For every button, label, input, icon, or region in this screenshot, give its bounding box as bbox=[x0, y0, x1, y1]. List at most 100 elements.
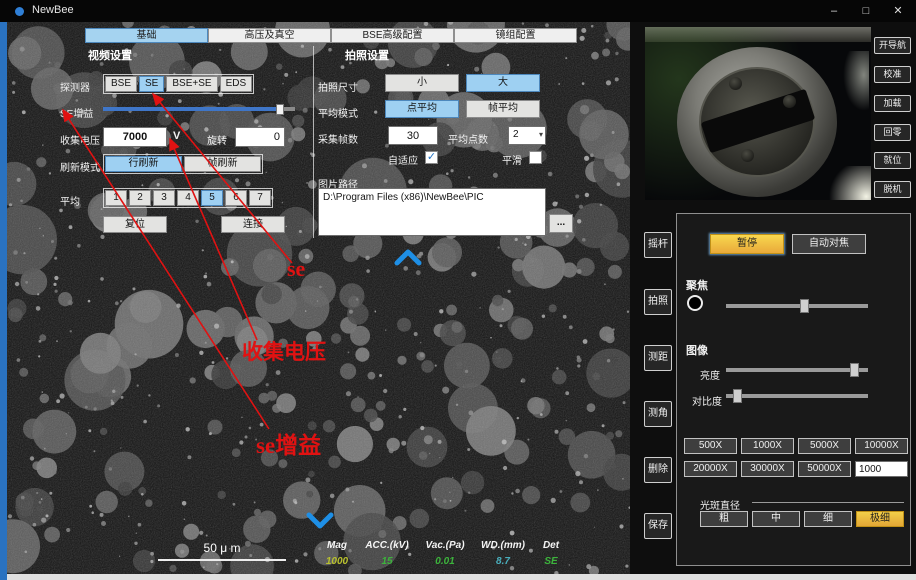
mag-input[interactable] bbox=[855, 461, 908, 477]
refresh-option-1[interactable]: 帧刷新 bbox=[184, 156, 261, 172]
average-option-5[interactable]: 6 bbox=[225, 190, 247, 206]
window-title: NewBee bbox=[32, 4, 74, 16]
detector-option-1[interactable]: SE bbox=[139, 76, 164, 92]
average-option-6[interactable]: 7 bbox=[249, 190, 271, 206]
slider-thumb[interactable] bbox=[800, 299, 809, 313]
autofocus-button[interactable]: 自动对焦 bbox=[792, 234, 866, 254]
calibrate-button[interactable]: 校准 bbox=[874, 66, 911, 83]
offline-button[interactable]: 脱机 bbox=[874, 181, 911, 198]
detector-option-0[interactable]: BSE bbox=[105, 76, 137, 92]
spot-groupbox-line bbox=[752, 502, 904, 503]
slider-thumb[interactable] bbox=[276, 104, 284, 115]
measure-distance-button[interactable]: 测距 bbox=[644, 345, 672, 371]
slider-track bbox=[103, 107, 295, 111]
refresh-option-0[interactable]: 行刷新 bbox=[105, 156, 182, 172]
size-option-0[interactable]: 小 bbox=[385, 74, 459, 92]
mag-button-0[interactable]: 500X bbox=[684, 438, 737, 454]
joystick-button[interactable]: 摇杆 bbox=[644, 232, 672, 258]
status-col-0: Mag1000 bbox=[322, 540, 352, 567]
pause-button[interactable]: 暂停 bbox=[710, 234, 784, 254]
spot-option-1[interactable]: 中 bbox=[752, 511, 800, 527]
in-place-button[interactable]: 就位 bbox=[874, 152, 911, 169]
detector-option-2[interactable]: BSE+SE bbox=[166, 76, 217, 92]
status-header: Mag bbox=[322, 540, 352, 551]
average-points-select[interactable]: 2 ▾ bbox=[508, 126, 546, 145]
contrast-slider[interactable] bbox=[726, 389, 868, 403]
connect-button[interactable]: 连接 bbox=[221, 216, 285, 233]
focus-slider[interactable] bbox=[726, 299, 868, 313]
average-mode-group: 点平均帧平均 bbox=[385, 100, 540, 118]
maximize-button[interactable]: □ bbox=[850, 0, 882, 22]
load-button[interactable]: 加载 bbox=[874, 95, 911, 112]
tab-3[interactable]: 镜组配置 bbox=[454, 28, 577, 43]
mag-button-4[interactable]: 20000X bbox=[684, 461, 737, 477]
adaptive-checkbox[interactable]: ✓ bbox=[425, 151, 438, 164]
mag-button-2[interactable]: 5000X bbox=[798, 438, 851, 454]
mag-button-1[interactable]: 1000X bbox=[741, 438, 794, 454]
capture-frames-input[interactable] bbox=[388, 126, 438, 145]
status-header: WD.(mm) bbox=[478, 540, 528, 551]
rotation-label: 旋转 bbox=[207, 132, 227, 147]
avgmode-option-1[interactable]: 帧平均 bbox=[466, 100, 540, 118]
slider-track bbox=[726, 304, 868, 308]
average-option-2[interactable]: 3 bbox=[153, 190, 175, 206]
mag-button-3[interactable]: 10000X bbox=[855, 438, 908, 454]
rotation-input[interactable] bbox=[235, 127, 285, 147]
capture-frames-label: 采集帧数 bbox=[318, 131, 358, 146]
screw-icon bbox=[783, 95, 796, 108]
se-gain-slider[interactable] bbox=[103, 104, 295, 115]
tab-0[interactable]: 基础 bbox=[85, 28, 208, 43]
window-controls: – □ ✕ bbox=[818, 0, 914, 22]
collapse-down-chevron[interactable] bbox=[305, 512, 335, 530]
chamber-ring bbox=[677, 47, 837, 197]
spot-option-3[interactable]: 极细 bbox=[856, 511, 904, 527]
annotation-gain: se增益 bbox=[256, 426, 321, 460]
image-path-box[interactable]: D:\Program Files (x86)\NewBee\PIC bbox=[318, 188, 546, 236]
slider-track bbox=[726, 394, 868, 398]
spot-option-0[interactable]: 粗 bbox=[700, 511, 748, 527]
se-gain-label: SE增益 bbox=[60, 105, 93, 120]
tab-bar: 基础高压及真空BSE高级配置镜组配置 bbox=[85, 28, 577, 43]
delete-button[interactable]: 删除 bbox=[644, 457, 672, 483]
magnification-grid: 500X1000X5000X10000X 20000X30000X50000X bbox=[684, 438, 908, 477]
desktop-bottom-edge bbox=[7, 574, 916, 580]
spot-option-2[interactable]: 细 bbox=[804, 511, 852, 527]
save-button[interactable]: 保存 bbox=[644, 513, 672, 539]
collapse-up-chevron[interactable] bbox=[393, 248, 423, 266]
smooth-checkbox[interactable] bbox=[529, 151, 542, 164]
browse-button[interactable]: ... bbox=[549, 214, 573, 233]
screw-icon bbox=[729, 77, 742, 90]
close-button[interactable]: ✕ bbox=[882, 0, 914, 22]
mag-button-5[interactable]: 30000X bbox=[741, 461, 794, 477]
average-group: 1234567 bbox=[103, 188, 273, 208]
focus-indicator[interactable] bbox=[687, 295, 703, 311]
average-points-value: 2 bbox=[513, 129, 519, 140]
mag-button-6[interactable]: 50000X bbox=[798, 461, 851, 477]
measure-angle-button[interactable]: 测角 bbox=[644, 401, 672, 427]
collect-voltage-input[interactable] bbox=[103, 127, 167, 147]
app-icon bbox=[15, 7, 24, 16]
slider-thumb[interactable] bbox=[733, 389, 742, 403]
avgmode-option-0[interactable]: 点平均 bbox=[385, 100, 459, 118]
app-window: NewBee – □ ✕ 基础高压及真空BSE高级配置镜组配置 视频设置 探测器… bbox=[0, 0, 916, 580]
tab-2[interactable]: BSE高级配置 bbox=[331, 28, 454, 43]
open-nav-button[interactable]: 开导航 bbox=[874, 37, 911, 54]
minimize-button[interactable]: – bbox=[818, 0, 850, 22]
snapshot-button[interactable]: 拍照 bbox=[644, 289, 672, 315]
average-option-1[interactable]: 2 bbox=[129, 190, 151, 206]
detector-option-3[interactable]: EDS bbox=[220, 76, 253, 92]
tab-1[interactable]: 高压及真空 bbox=[208, 28, 331, 43]
size-option-1[interactable]: 大 bbox=[466, 74, 540, 92]
brightness-slider[interactable] bbox=[726, 363, 868, 377]
average-option-3[interactable]: 4 bbox=[177, 190, 199, 206]
average-option-4[interactable]: 5 bbox=[201, 190, 223, 206]
average-mode-label: 平均模式 bbox=[318, 105, 358, 120]
photo-size-group: 小大 bbox=[385, 74, 540, 92]
slider-thumb[interactable] bbox=[850, 363, 859, 377]
voltage-unit-label: V bbox=[173, 130, 180, 142]
status-header: Vac.(Pa) bbox=[422, 540, 468, 551]
reset-button[interactable]: 复位 bbox=[103, 216, 167, 233]
zero-button[interactable]: 回零 bbox=[874, 124, 911, 141]
section-divider bbox=[313, 46, 314, 238]
average-option-0[interactable]: 1 bbox=[105, 190, 127, 206]
